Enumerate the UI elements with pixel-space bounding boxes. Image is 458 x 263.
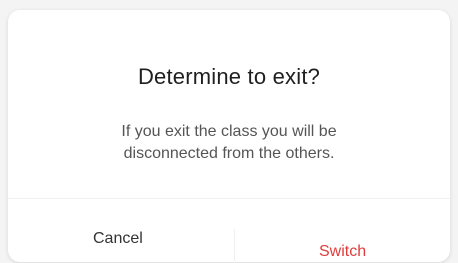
- switch-button[interactable]: Switch: [319, 243, 366, 261]
- exit-confirm-dialog: Determine to exit? If you exit the class…: [8, 10, 450, 263]
- dialog-title: Determine to exit?: [137, 64, 321, 89]
- cancel-button[interactable]: Cancel: [93, 230, 143, 248]
- button-divider: [234, 229, 235, 263]
- dialog-message: If you exit the class you will be discon…: [121, 123, 337, 162]
- dialog-footer: Cancel Switch: [8, 198, 450, 263]
